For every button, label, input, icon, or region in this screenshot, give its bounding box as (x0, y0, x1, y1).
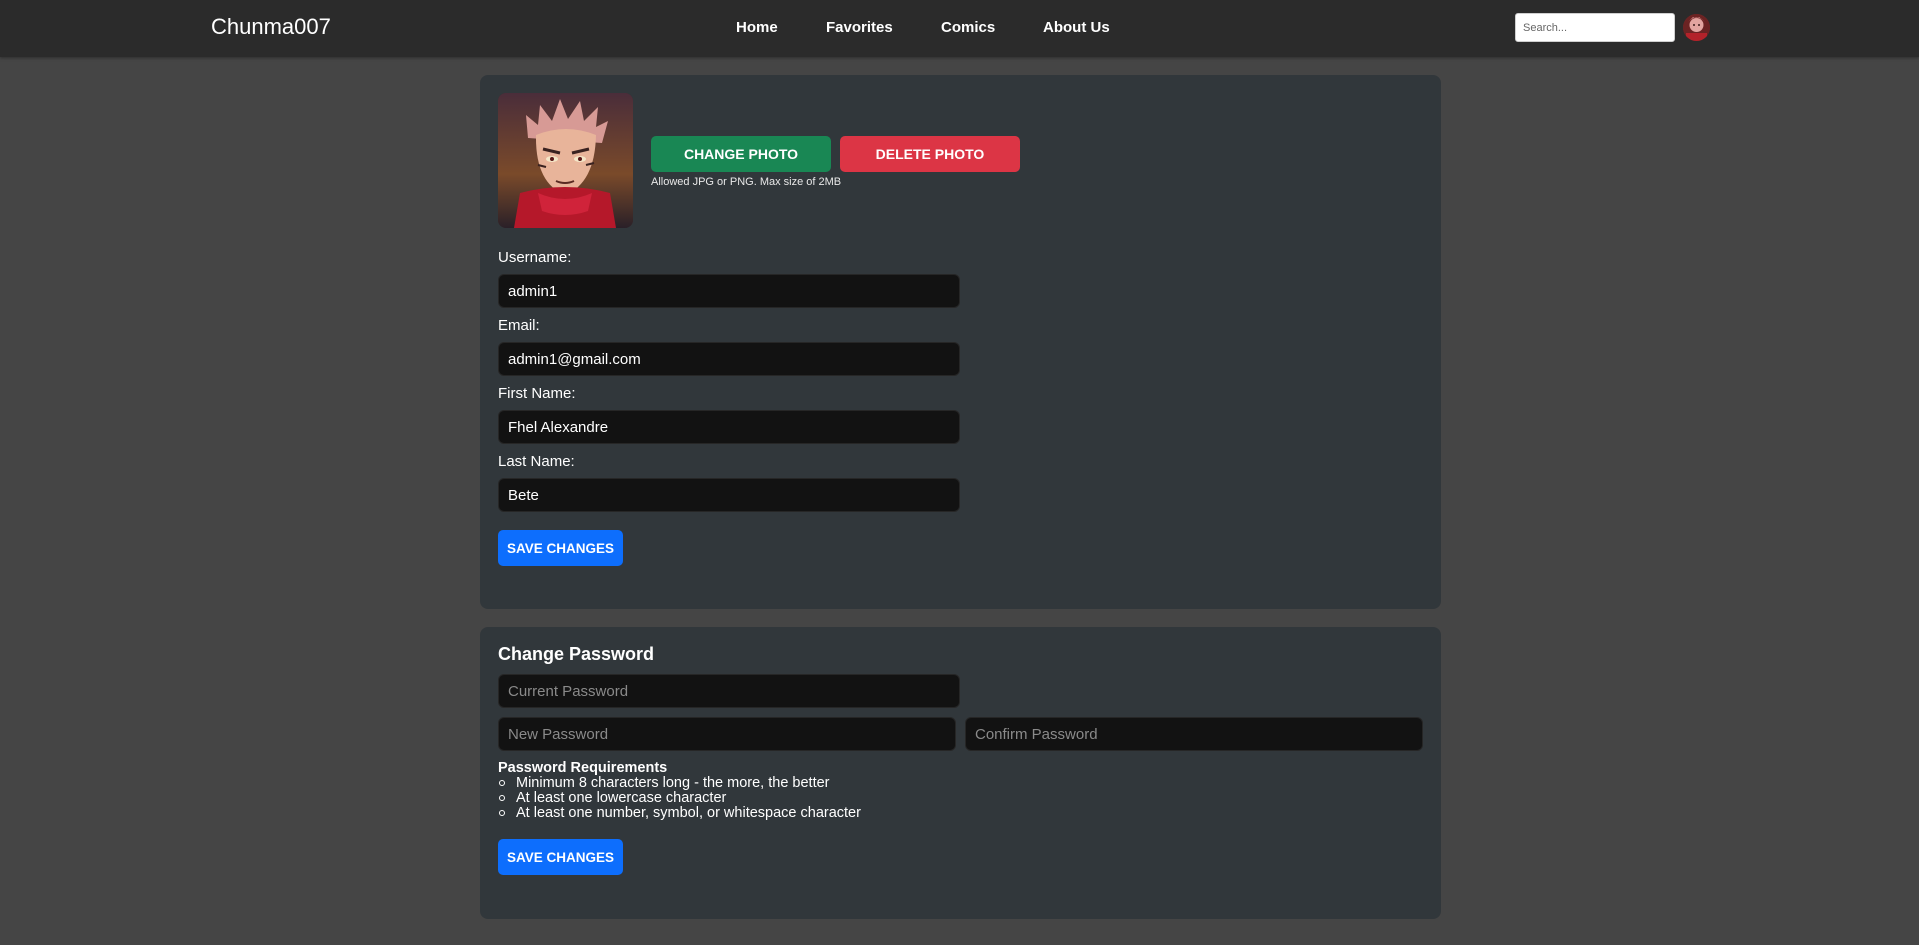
nav-link-about-us[interactable]: About Us (1043, 19, 1110, 36)
confirm-password-input[interactable] (965, 717, 1423, 751)
first-name-input[interactable] (498, 410, 960, 444)
nav-link-favorites[interactable]: Favorites (826, 19, 893, 36)
profile-photo (498, 93, 633, 228)
requirement-text: At least one number, symbol, or whitespa… (516, 805, 861, 821)
list-item: Minimum 8 characters long - the more, th… (498, 776, 861, 791)
username-input[interactable] (498, 274, 960, 308)
current-password-input[interactable] (498, 674, 960, 708)
bullet-icon (499, 795, 505, 801)
save-password-button[interactable]: SAVE CHANGES (498, 839, 623, 875)
change-password-title: Change Password (498, 644, 655, 664)
search-input[interactable] (1515, 13, 1675, 42)
last-name-label: Last Name: (498, 453, 575, 470)
list-item: At least one number, symbol, or whitespa… (498, 806, 861, 821)
bullet-icon (499, 780, 505, 786)
username-label: Username: (498, 249, 572, 266)
user-avatar-icon[interactable] (1683, 14, 1710, 41)
photo-hint-text: Allowed JPG or PNG. Max size of 2MB (651, 176, 842, 188)
email-input[interactable] (498, 342, 960, 376)
new-password-input[interactable] (498, 717, 956, 751)
email-label: Email: (498, 317, 540, 334)
list-item: At least one lowercase character (498, 791, 861, 806)
delete-photo-button[interactable]: DELETE PHOTO (840, 136, 1020, 172)
nav-link-comics[interactable]: Comics (941, 19, 995, 36)
brand-logo[interactable]: Chunma007 (211, 14, 331, 40)
change-password-card: Change Password Password Requirements Mi… (480, 627, 1441, 919)
last-name-input[interactable] (498, 478, 960, 512)
profile-card: CHANGE PHOTO DELETE PHOTO Allowed JPG or… (480, 75, 1441, 609)
top-navbar: Chunma007 Home Favorites Comics About Us (0, 0, 1919, 57)
nav-link-home[interactable]: Home (736, 19, 778, 36)
requirement-text: Minimum 8 characters long - the more, th… (516, 775, 830, 791)
password-requirements-list: Minimum 8 characters long - the more, th… (498, 776, 861, 821)
change-photo-button[interactable]: CHANGE PHOTO (651, 136, 831, 172)
first-name-label: First Name: (498, 385, 576, 402)
bullet-icon (499, 810, 505, 816)
requirement-text: At least one lowercase character (516, 790, 727, 806)
password-requirements-title: Password Requirements (498, 760, 668, 776)
save-profile-button[interactable]: SAVE CHANGES (498, 530, 623, 566)
